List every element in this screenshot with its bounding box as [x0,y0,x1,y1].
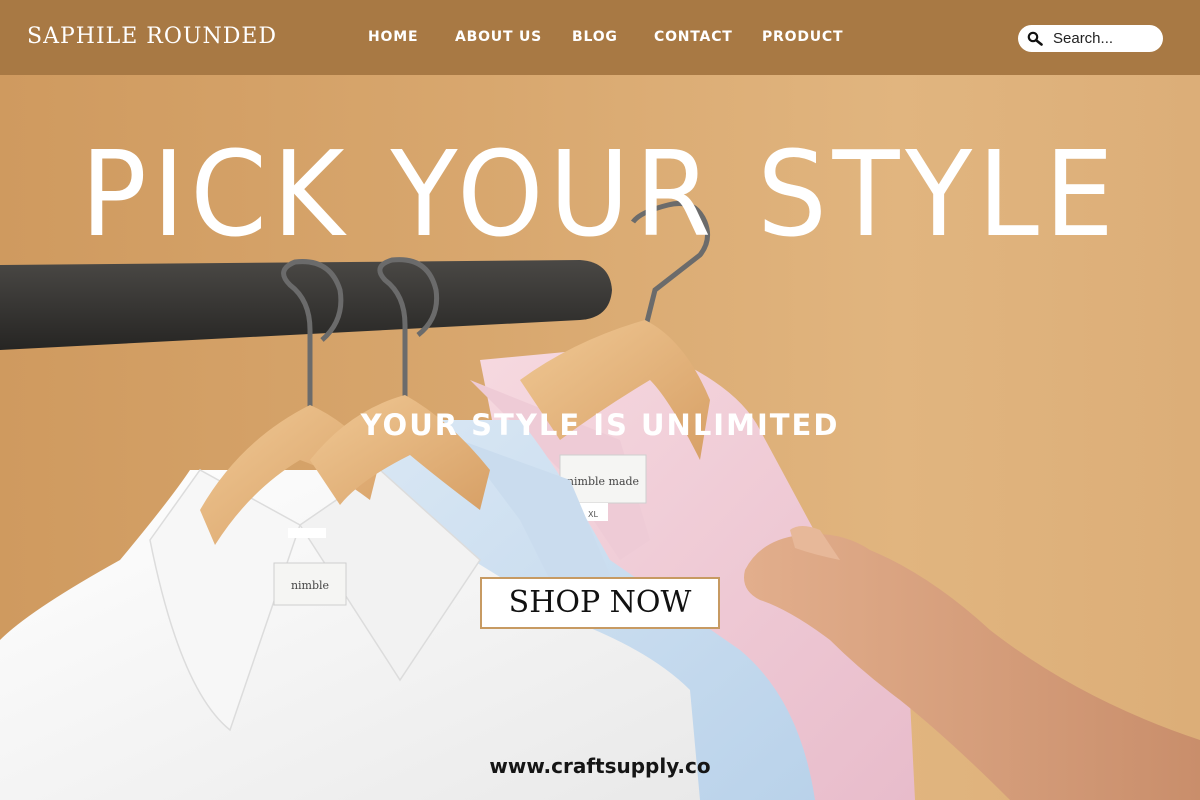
site-url: www.craftsupply.co [489,754,711,778]
hero-subtitle: YOUR STYLE IS UNLIMITED [360,408,840,442]
shirts-on-rail-image: nimble made XL nimble [0,200,1200,800]
site-header: SAPHILE ROUNDED HOME ABOUT US BLOG CONTA… [0,0,1200,75]
shop-now-button[interactable]: SHOP NOW [480,577,720,629]
search-icon[interactable] [1027,31,1043,47]
nav-about-us[interactable]: ABOUT US [455,29,542,45]
pink-shirt-size-label: XL [588,510,598,519]
search-input[interactable] [1053,29,1153,48]
nav-contact[interactable]: CONTACT [654,29,733,45]
nav-product[interactable]: PRODUCT [762,29,843,45]
hero-section: nimble made XL nimble SAPHILE ROUNDED HO… [0,0,1200,800]
hero-title: PICK YOUR STYLE [80,125,1120,263]
pink-shirt-brand-label: nimble made [567,475,639,488]
search-box[interactable] [1018,25,1163,52]
nav-home[interactable]: HOME [368,29,418,45]
white-shirt-brand-label: nimble [291,579,329,592]
nav-blog[interactable]: BLOG [572,29,618,45]
